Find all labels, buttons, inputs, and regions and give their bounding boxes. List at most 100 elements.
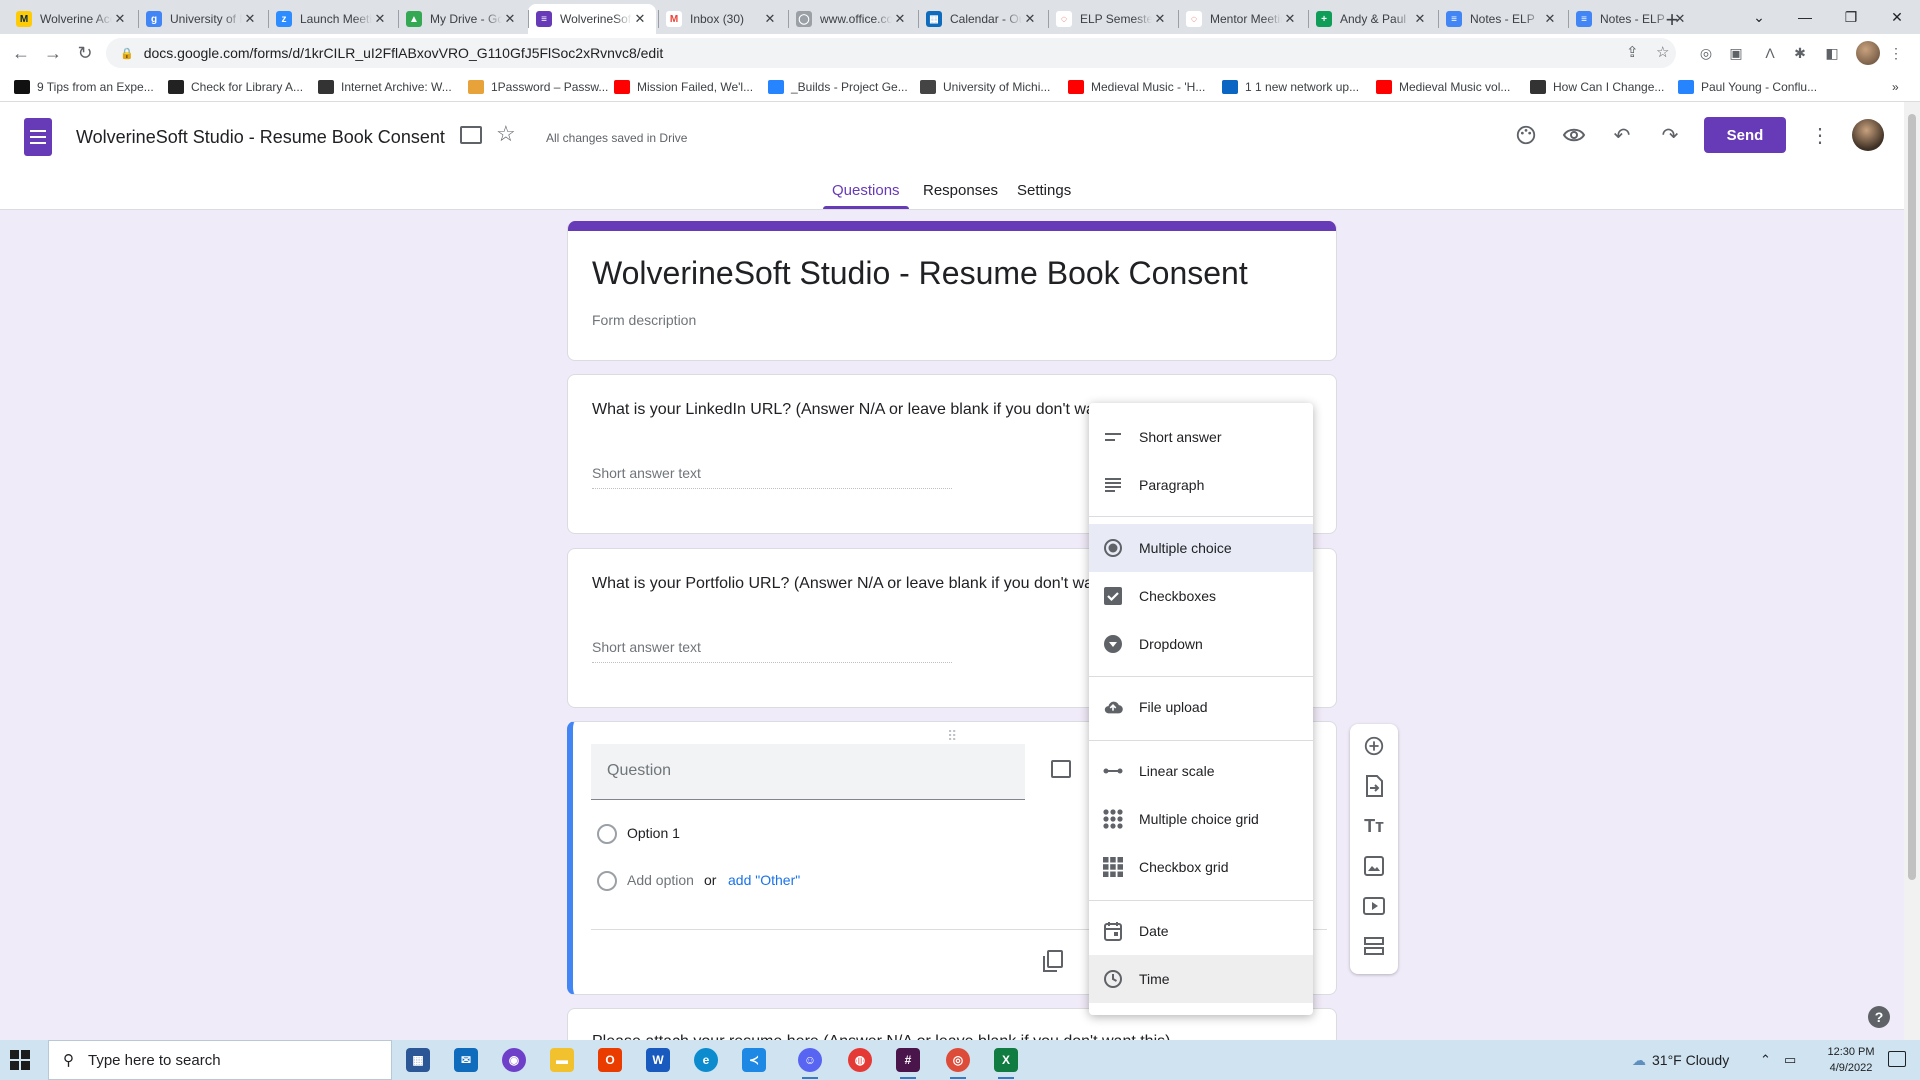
question-input[interactable]: Question xyxy=(591,744,1025,800)
bookmark-item[interactable]: Internet Archive: W... xyxy=(318,78,452,96)
extension-icon[interactable]: Λ xyxy=(1758,41,1782,65)
browser-profile-avatar[interactable] xyxy=(1856,41,1880,65)
close-tab-icon[interactable]: ✕ xyxy=(1152,11,1168,27)
browser-tab[interactable]: M Wolverine Access✕ xyxy=(8,4,136,34)
account-avatar[interactable] xyxy=(1852,119,1884,151)
menu-item-file-upload[interactable]: File upload xyxy=(1089,683,1313,731)
star-icon[interactable]: ☆ xyxy=(496,121,516,147)
menu-item-date[interactable]: Date xyxy=(1089,907,1313,955)
more-options-icon[interactable]: ⋮ xyxy=(1808,119,1832,151)
bookmark-item[interactable]: Medieval Music - 'H... xyxy=(1068,78,1205,96)
bookmark-item[interactable]: 9 Tips from an Expe... xyxy=(14,78,154,96)
close-tab-icon[interactable]: ✕ xyxy=(632,11,648,27)
system-clock[interactable]: 12:30 PM 4/9/2022 xyxy=(1820,1044,1882,1076)
close-tab-icon[interactable]: ✕ xyxy=(502,11,518,27)
new-tab-icon[interactable]: + xyxy=(1658,6,1686,34)
bookmark-item[interactable]: 1Password – Passw... xyxy=(468,78,608,96)
add-question-icon[interactable] xyxy=(1362,734,1386,758)
back-icon[interactable]: ← xyxy=(8,40,34,66)
weather-widget[interactable]: ☁ 31°F Cloudy xyxy=(1632,1052,1729,1069)
bookmark-item[interactable]: How Can I Change... xyxy=(1530,78,1664,96)
duplicate-icon[interactable] xyxy=(1043,950,1063,972)
folder-icon[interactable] xyxy=(460,126,482,144)
edge-icon[interactable]: e xyxy=(694,1048,718,1072)
bookmark-item[interactable]: Check for Library A... xyxy=(168,78,303,96)
add-title-icon[interactable]: Tт xyxy=(1362,814,1386,838)
help-icon[interactable]: ? xyxy=(1868,1006,1890,1028)
github-icon[interactable]: ◉ xyxy=(502,1048,526,1072)
bookmark-item[interactable]: Medieval Music vol... xyxy=(1376,78,1510,96)
scrollbar-thumb[interactable] xyxy=(1908,114,1916,880)
app-icon[interactable]: ◍ xyxy=(848,1048,872,1072)
mail-icon[interactable]: ✉ xyxy=(454,1048,478,1072)
notification-icon[interactable] xyxy=(1888,1051,1906,1067)
browser-tab[interactable]: + Andy & Paul ✕ xyxy=(1308,4,1436,34)
menu-item-multiple-choice[interactable]: Multiple choice xyxy=(1089,524,1313,572)
bookmark-item[interactable]: _Builds - Project Ge... xyxy=(768,78,908,96)
redo-icon[interactable]: ↷ xyxy=(1654,119,1686,151)
minimize-icon[interactable]: — xyxy=(1782,0,1828,34)
slack-icon[interactable]: # xyxy=(896,1048,920,1079)
close-tab-icon[interactable]: ✕ xyxy=(112,11,128,27)
browser-menu-icon[interactable]: ⋮ xyxy=(1884,41,1908,65)
page-scrollbar[interactable] xyxy=(1904,102,1920,1040)
menu-item-linear-scale[interactable]: Linear scale xyxy=(1089,747,1313,795)
excel-icon[interactable]: X xyxy=(994,1048,1018,1079)
palette-icon[interactable] xyxy=(1510,119,1542,151)
add-video-icon[interactable] xyxy=(1362,894,1386,918)
drag-handle-icon[interactable]: ⠿ xyxy=(947,728,958,745)
import-questions-icon[interactable] xyxy=(1362,774,1386,798)
menu-item-paragraph[interactable]: Paragraph xyxy=(1089,461,1313,509)
browser-tab[interactable]: ≡ WolverineSoft Studio✕ xyxy=(528,4,656,34)
add-image-icon[interactable] xyxy=(1362,854,1386,878)
tab-search-icon[interactable]: ⌄ xyxy=(1736,0,1782,34)
menu-item-time[interactable]: Time xyxy=(1089,955,1313,1003)
browser-tab[interactable]: ▦ Calendar - Outlook✕ xyxy=(918,4,1046,34)
close-tab-icon[interactable]: ✕ xyxy=(372,11,388,27)
browser-tab[interactable]: ◌ ELP Semester ✕ xyxy=(1048,4,1176,34)
bookmark-star-icon[interactable]: ☆ xyxy=(1656,43,1669,61)
network-icon[interactable]: ▭ xyxy=(1784,1052,1796,1068)
preview-eye-icon[interactable] xyxy=(1558,119,1590,151)
close-tab-icon[interactable]: ✕ xyxy=(892,11,908,27)
bookmark-item[interactable]: Mission Failed, We'l... xyxy=(614,78,753,96)
browser-tab[interactable]: z Launch Meeting - Zoom✕ xyxy=(268,4,396,34)
address-bar[interactable]: 🔒 docs.google.com/forms/d/1krCILR_uI2Ffl… xyxy=(106,38,1676,68)
close-tab-icon[interactable]: ✕ xyxy=(1542,11,1558,27)
tray-chevron-icon[interactable]: ⌃ xyxy=(1760,1052,1771,1068)
window-close-icon[interactable]: ✕ xyxy=(1874,0,1920,34)
word-icon[interactable]: W xyxy=(646,1048,670,1072)
vscode-icon[interactable]: ≺ xyxy=(742,1048,766,1072)
file-explorer-icon[interactable]: ▬ xyxy=(550,1048,574,1072)
forward-icon[interactable]: → xyxy=(40,40,66,66)
close-tab-icon[interactable]: ✕ xyxy=(1412,11,1428,27)
option-1-input[interactable]: Option 1 xyxy=(627,825,680,841)
close-tab-icon[interactable]: ✕ xyxy=(1282,11,1298,27)
close-tab-icon[interactable]: ✕ xyxy=(242,11,258,27)
browser-tab[interactable]: ◌ Mentor Meeting✕ xyxy=(1178,4,1306,34)
browser-tab[interactable]: ▲ My Drive - Google Drive✕ xyxy=(398,4,526,34)
extension-icon[interactable]: ◎ xyxy=(1694,41,1718,65)
bookmarks-overflow-icon[interactable]: » xyxy=(1892,78,1899,96)
document-title[interactable]: WolverineSoft Studio - Resume Book Conse… xyxy=(76,127,445,148)
form-description[interactable]: Form description xyxy=(592,312,696,328)
discord-icon[interactable]: ☺ xyxy=(798,1048,822,1079)
office-icon[interactable]: O xyxy=(598,1048,622,1072)
reload-icon[interactable]: ↻ xyxy=(72,40,98,66)
bookmark-item[interactable]: Paul Young - Conflu... xyxy=(1678,78,1817,96)
puzzle-icon[interactable]: ✱ xyxy=(1788,41,1812,65)
add-other-link[interactable]: add "Other" xyxy=(728,872,800,888)
browser-tab[interactable]: M Inbox (30) ✕ xyxy=(658,4,786,34)
close-tab-icon[interactable]: ✕ xyxy=(1022,11,1038,27)
tab-questions[interactable]: Questions xyxy=(832,182,900,199)
tab-responses[interactable]: Responses xyxy=(923,182,998,199)
windows-start-icon[interactable] xyxy=(10,1050,30,1070)
menu-item-multiple-choice-grid[interactable]: Multiple choice grid xyxy=(1089,795,1313,843)
add-section-icon[interactable] xyxy=(1362,934,1386,958)
menu-item-dropdown[interactable]: Dropdown xyxy=(1089,620,1313,668)
extension-icon[interactable]: ▣ xyxy=(1724,41,1748,65)
send-button[interactable]: Send xyxy=(1704,117,1786,153)
store-icon[interactable]: ▦ xyxy=(406,1048,430,1072)
browser-tab[interactable]: ≡ Notes - ELP ✕ xyxy=(1438,4,1566,34)
forms-logo-icon[interactable] xyxy=(24,118,52,156)
